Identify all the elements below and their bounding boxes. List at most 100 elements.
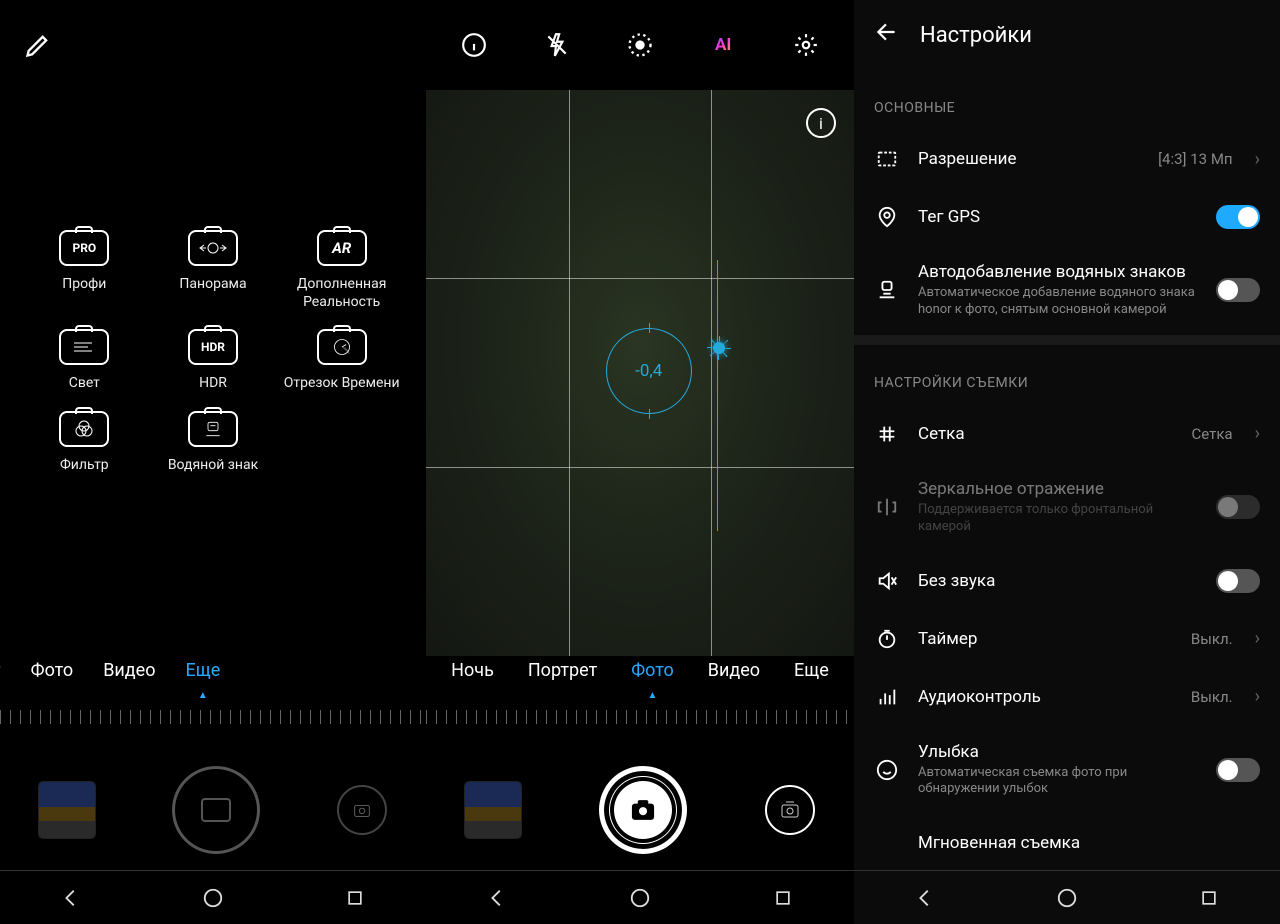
gridline bbox=[569, 90, 570, 656]
tab-photo[interactable]: Фото bbox=[631, 660, 674, 681]
smile-icon bbox=[874, 759, 900, 781]
watermark-icon bbox=[188, 411, 238, 447]
info-icon[interactable] bbox=[446, 17, 502, 73]
left-top-row bbox=[0, 0, 426, 90]
mode-pro[interactable]: PRO Профи bbox=[20, 230, 149, 311]
toggle-mute[interactable] bbox=[1216, 569, 1260, 593]
row-value: Выкл. bbox=[1191, 688, 1233, 706]
nav-home[interactable] bbox=[1037, 878, 1097, 918]
row-mirror: Зеркальное отражение Поддерживается толь… bbox=[854, 463, 1280, 552]
tab-video[interactable]: Видео bbox=[103, 660, 155, 681]
mode-ar[interactable]: AR Дополненная Реальность bbox=[277, 230, 406, 311]
mirror-icon bbox=[874, 496, 900, 518]
flash-off-icon[interactable] bbox=[529, 17, 585, 73]
row-title: Без звука bbox=[918, 571, 1198, 591]
chevron-right-icon: › bbox=[1255, 149, 1260, 170]
nav-back[interactable] bbox=[41, 878, 101, 918]
mode-panorama[interactable]: Панорама bbox=[149, 230, 278, 311]
mode-hdr[interactable]: HDR HDR bbox=[149, 329, 278, 393]
settings-gear-icon[interactable] bbox=[778, 17, 834, 73]
switch-camera-button[interactable] bbox=[337, 785, 387, 835]
row-title: Мгновенная съемка bbox=[918, 833, 1260, 853]
tab-video[interactable]: Видео bbox=[708, 660, 760, 681]
navbar bbox=[854, 870, 1280, 924]
mode-watermark[interactable]: Водяной знак bbox=[149, 411, 278, 475]
left-bottombar bbox=[0, 750, 426, 870]
row-grid[interactable]: Сетка Сетка › bbox=[854, 405, 1280, 463]
toggle-smile[interactable] bbox=[1216, 758, 1260, 782]
ai-icon[interactable]: AI bbox=[695, 17, 751, 73]
nav-back[interactable] bbox=[467, 878, 527, 918]
row-title: Тег GPS bbox=[918, 207, 1198, 227]
tab-photo[interactable]: Фото bbox=[31, 660, 74, 681]
switch-camera-button[interactable] bbox=[765, 785, 815, 835]
tab-night[interactable]: Ночь bbox=[451, 660, 494, 681]
settings-scroll[interactable]: ОСНОВНЫЕ Разрешение [4:3] 13 Мп › Тег GP… bbox=[854, 70, 1280, 870]
nav-recent[interactable] bbox=[325, 878, 385, 918]
section-header: ОСНОВНЫЕ bbox=[854, 70, 1280, 130]
nav-home[interactable] bbox=[183, 878, 243, 918]
mode-light[interactable]: Свет bbox=[20, 329, 149, 393]
mode-label: Фильтр bbox=[60, 457, 109, 475]
bars-icon bbox=[874, 686, 900, 708]
mode-label: Отрезок Времени bbox=[284, 375, 400, 393]
mode-grid: PRO Профи Панорама AR Дополненная Реальн… bbox=[0, 230, 426, 474]
mute-icon bbox=[874, 570, 900, 592]
shutter-button[interactable] bbox=[599, 766, 687, 854]
mid-top-row: AI bbox=[426, 0, 854, 90]
row-title: Разрешение bbox=[918, 149, 1140, 169]
row-title: Зеркальное отражение bbox=[918, 479, 1198, 499]
exposure-sun-icon[interactable] bbox=[713, 342, 725, 354]
viewfinder[interactable]: i -0,4 bbox=[426, 90, 854, 656]
row-smile[interactable]: Улыбка Автоматическая съемка фото при об… bbox=[854, 726, 1280, 815]
panorama-icon bbox=[188, 230, 238, 266]
gallery-thumbnail[interactable] bbox=[39, 782, 95, 838]
settings-title: Настройки bbox=[920, 23, 1032, 48]
ruler bbox=[426, 710, 854, 724]
exposure-slider-track[interactable] bbox=[717, 260, 718, 532]
nav-back[interactable] bbox=[895, 878, 955, 918]
stamp-icon bbox=[874, 279, 900, 301]
row-audiocontrol[interactable]: Аудиоконтроль Выкл. › bbox=[854, 668, 1280, 726]
row-timer[interactable]: Таймер Выкл. › bbox=[854, 610, 1280, 668]
ruler bbox=[0, 710, 426, 724]
info-badge[interactable]: i bbox=[806, 108, 836, 138]
nav-recent[interactable] bbox=[753, 878, 813, 918]
chevron-right-icon: › bbox=[1255, 628, 1260, 649]
toggle-mirror bbox=[1216, 495, 1260, 519]
section-header: НАСТРОЙКИ СЪЕМКИ bbox=[854, 345, 1280, 405]
live-photo-icon[interactable] bbox=[612, 17, 668, 73]
edit-icon[interactable] bbox=[10, 17, 66, 73]
mode-label: HDR bbox=[199, 375, 227, 393]
tab-more[interactable]: Еще bbox=[185, 660, 220, 681]
row-resolution[interactable]: Разрешение [4:3] 13 Мп › bbox=[854, 130, 1280, 188]
back-button[interactable] bbox=[874, 19, 900, 51]
row-watermark-auto[interactable]: Автодобавление водяных знаков Автоматиче… bbox=[854, 246, 1280, 335]
row-title: Автодобавление водяных знаков bbox=[918, 262, 1198, 282]
row-gps[interactable]: Тег GPS bbox=[854, 188, 1280, 246]
tab-more[interactable]: Еще bbox=[794, 660, 829, 681]
tab-cut[interactable]: т bbox=[0, 660, 1, 681]
row-instant[interactable]: Мгновенная съемка bbox=[854, 814, 1280, 870]
exposure-indicator[interactable]: -0,4 bbox=[606, 328, 692, 414]
mode-filter[interactable]: Фильтр bbox=[20, 411, 149, 475]
tab-portrait[interactable]: Портрет bbox=[528, 660, 597, 681]
row-sub: Поддерживается только фронтальной камеро… bbox=[918, 502, 1198, 536]
mode-label: Дополненная Реальность bbox=[277, 276, 406, 311]
mode-label: Свет bbox=[69, 375, 100, 393]
toggle-watermark[interactable] bbox=[1216, 278, 1260, 302]
settings-header: Настройки bbox=[854, 0, 1280, 70]
gridline bbox=[426, 278, 854, 279]
row-title: Сетка bbox=[918, 424, 1173, 444]
row-sub: Автоматическая съемка фото при обнаружен… bbox=[918, 765, 1198, 799]
mode-timelapse[interactable]: Отрезок Времени bbox=[277, 329, 406, 393]
toggle-gps[interactable] bbox=[1216, 205, 1260, 229]
nav-home[interactable] bbox=[610, 878, 670, 918]
pin-icon bbox=[874, 206, 900, 228]
mode-label: Профи bbox=[62, 276, 106, 294]
row-mute[interactable]: Без звука bbox=[854, 552, 1280, 610]
aspect-icon bbox=[874, 148, 900, 170]
row-title: Улыбка bbox=[918, 742, 1198, 762]
nav-recent[interactable] bbox=[1179, 878, 1239, 918]
gallery-thumbnail[interactable] bbox=[465, 782, 521, 838]
